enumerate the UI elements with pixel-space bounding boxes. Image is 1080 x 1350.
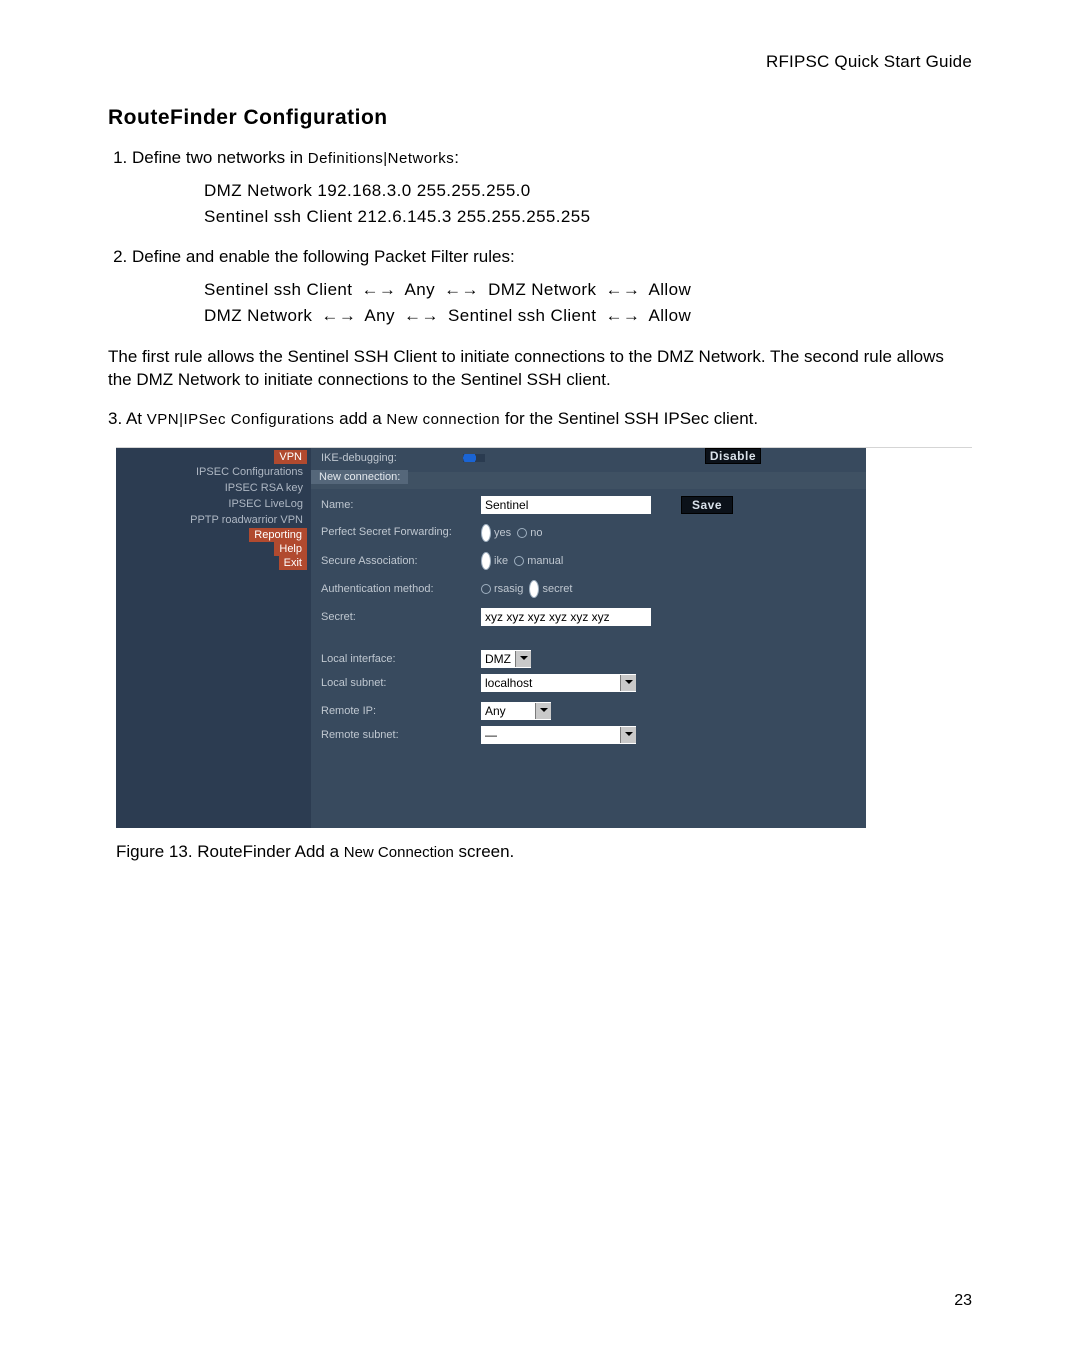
step3-pre: At	[126, 409, 147, 428]
secret-label: Secret:	[321, 611, 481, 623]
sidebar-item-ipsec-configurations[interactable]: IPSEC Configurations	[196, 464, 307, 480]
arrow-icon: ←→	[317, 303, 360, 329]
local-interface-select[interactable]: DMZ	[481, 650, 531, 668]
pfs-no-radio[interactable]	[517, 528, 527, 538]
arrow-icon: ←→	[602, 303, 645, 329]
arrow-icon: ←→	[440, 277, 483, 303]
chevron-down-icon	[620, 675, 636, 691]
remote-subnet-label: Remote subnet:	[321, 729, 481, 741]
sidebar-item-pptp-roadwarrior[interactable]: PPTP roadwarrior VPN	[190, 512, 307, 528]
pfs-no-text: no	[530, 527, 542, 539]
section-tab-new-connection: New connection:	[311, 470, 408, 484]
remote-subnet-select[interactable]: —	[481, 726, 636, 744]
sidebar-item-exit[interactable]: Exit	[279, 556, 307, 570]
step1-tail: :	[454, 148, 459, 167]
rule-part: Any	[364, 306, 395, 325]
rule-part: DMZ Network	[204, 306, 312, 325]
pfs-label: Perfect Secret Forwarding:	[321, 526, 481, 539]
page-number: 23	[954, 1292, 972, 1310]
arrow-icon: ←→	[400, 303, 443, 329]
figcap-lead: Figure 13. RouteFinder Add a	[116, 842, 344, 861]
step3-post: for the Sentinel SSH IPSec client.	[500, 409, 758, 428]
figcap-term: New Connection	[344, 844, 454, 861]
rule-part: Allow	[649, 280, 692, 299]
auth-secret-text: secret	[542, 583, 572, 595]
auth-rsasig-text: rsasig	[494, 583, 523, 595]
local-subnet-label: Local subnet:	[321, 677, 481, 689]
remote-ip-value: Any	[485, 704, 510, 718]
name-input[interactable]: Sentinel	[481, 496, 651, 514]
auth-secret-radio[interactable]	[529, 580, 539, 598]
save-button[interactable]: Save	[681, 496, 733, 514]
running-header: RFIPSC Quick Start Guide	[108, 52, 972, 72]
name-label: Name:	[321, 499, 481, 511]
step3-mid: add a	[334, 409, 386, 428]
rule-part: Sentinel ssh Client	[204, 280, 352, 299]
sa-manual-radio[interactable]	[514, 556, 524, 566]
status-led-icon	[463, 454, 485, 462]
step3-path: VPN|IPSec Configurations	[147, 411, 335, 428]
sidebar-item-ipsec-livelog[interactable]: IPSEC LiveLog	[228, 496, 307, 512]
step-3: 3. At VPN|IPSec Configurations add a New…	[108, 408, 972, 431]
sa-label: Secure Association:	[321, 555, 481, 567]
secret-input[interactable]: xyz xyz xyz xyz xyz xyz	[481, 608, 651, 626]
arrow-icon: ←→	[602, 277, 645, 303]
auth-label: Authentication method:	[321, 583, 481, 595]
pfs-yes-text: yes	[494, 527, 511, 539]
rule-part: Allow	[649, 306, 692, 325]
chevron-down-icon	[515, 651, 531, 667]
figure-caption: Figure 13. RouteFinder Add a New Connect…	[116, 842, 972, 862]
body-paragraph: The first rule allows the Sentinel SSH C…	[108, 346, 972, 392]
rule-row: DMZ Network ←→ Any ←→ Sentinel ssh Clien…	[204, 303, 972, 329]
rule-part: DMZ Network	[488, 280, 596, 299]
sidebar-nav: VPN IPSEC Configurations IPSEC RSA key I…	[116, 448, 311, 828]
local-interface-label: Local interface:	[321, 653, 481, 665]
arrow-icon: ←→	[358, 277, 401, 303]
remote-ip-label: Remote IP:	[321, 705, 481, 717]
local-subnet-value: localhost	[485, 676, 536, 690]
step-2: Define and enable the following Packet F…	[132, 247, 972, 328]
step1-lead: Define two networks in	[132, 148, 308, 167]
document-page: RFIPSC Quick Start Guide RouteFinder Con…	[0, 0, 1080, 1350]
new-connection-form: Name: Sentinel Save Perfect Secret Forwa…	[321, 496, 856, 754]
sa-ike-text: ike	[494, 555, 508, 567]
steps-list: Define two networks in Definitions|Netwo…	[108, 148, 972, 328]
screenshot-main: IKE-debugging: Disable New connection: N…	[311, 448, 866, 828]
ike-debugging-label: IKE-debugging:	[321, 452, 397, 464]
step2-rules: Sentinel ssh Client ←→ Any ←→ DMZ Networ…	[204, 277, 972, 328]
step3-action: New connection	[386, 411, 500, 428]
rule-part: Sentinel ssh Client	[448, 306, 596, 325]
figure-screenshot: VPN IPSEC Configurations IPSEC RSA key I…	[116, 447, 972, 862]
remote-subnet-value: —	[485, 728, 501, 742]
sidebar-item-ipsec-rsa-key[interactable]: IPSEC RSA key	[225, 480, 307, 496]
network-row: Sentinel ssh Client 212.6.145.3 255.255.…	[204, 204, 972, 230]
rule-part: Any	[405, 280, 436, 299]
sa-ike-radio[interactable]	[481, 552, 491, 570]
local-interface-value: DMZ	[485, 652, 515, 666]
local-subnet-select[interactable]: localhost	[481, 674, 636, 692]
chevron-down-icon	[620, 727, 636, 743]
step-1: Define two networks in Definitions|Netwo…	[132, 148, 972, 229]
sidebar-item-reporting[interactable]: Reporting	[249, 528, 307, 542]
routefinder-screenshot: VPN IPSEC Configurations IPSEC RSA key I…	[116, 448, 866, 828]
chevron-down-icon	[535, 703, 551, 719]
sidebar-item-help[interactable]: Help	[274, 542, 307, 556]
sa-manual-text: manual	[527, 555, 563, 567]
sidebar-item-vpn[interactable]: VPN	[274, 450, 307, 464]
remote-ip-select[interactable]: Any	[481, 702, 551, 720]
step2-text: Define and enable the following Packet F…	[132, 247, 515, 266]
section-title: RouteFinder Configuration	[108, 106, 972, 130]
auth-rsasig-radio[interactable]	[481, 584, 491, 594]
pfs-yes-radio[interactable]	[481, 524, 491, 542]
step1-networks: DMZ Network 192.168.3.0 255.255.255.0 Se…	[204, 178, 972, 229]
disable-button[interactable]: Disable	[705, 448, 761, 464]
step1-location: Definitions|Networks	[308, 150, 454, 167]
figcap-tail: screen.	[454, 842, 514, 861]
network-row: DMZ Network 192.168.3.0 255.255.255.0	[204, 178, 972, 204]
rule-row: Sentinel ssh Client ←→ Any ←→ DMZ Networ…	[204, 277, 972, 303]
